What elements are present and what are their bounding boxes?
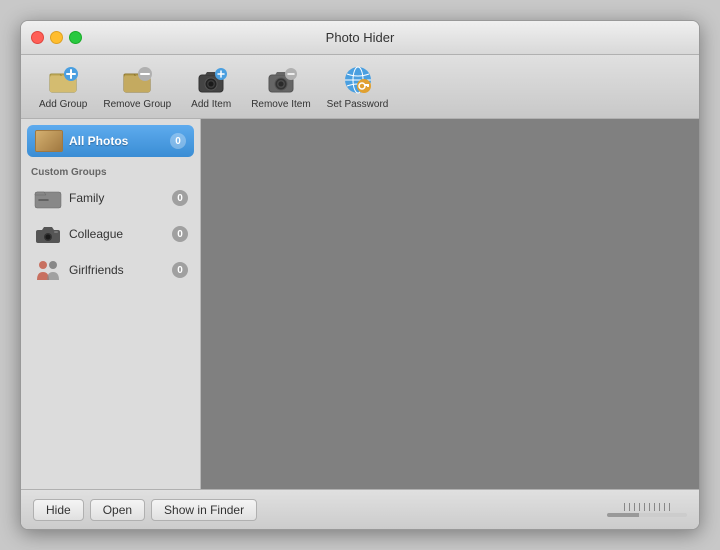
girlfriends-label: Girlfriends [69, 263, 172, 277]
remove-item-button[interactable]: Remove Item [245, 60, 316, 114]
tick-10 [669, 503, 670, 511]
tick-5 [644, 503, 645, 511]
hide-button[interactable]: Hide [33, 499, 84, 521]
zoom-slider[interactable] [607, 513, 687, 517]
toolbar: Add Group Remove Group [21, 55, 699, 119]
remove-group-label: Remove Group [103, 99, 171, 110]
remove-group-button[interactable]: Remove Group [97, 60, 177, 114]
add-group-icon [47, 64, 79, 96]
custom-groups-section: Custom Groups [21, 161, 200, 180]
all-photos-badge: 0 [170, 133, 186, 149]
colleague-icon [33, 222, 63, 246]
main-area: All Photos 0 Custom Groups Family 0 [21, 119, 699, 489]
add-item-icon [195, 64, 227, 96]
set-password-icon [342, 64, 374, 96]
close-button[interactable] [31, 31, 44, 44]
tick-7 [654, 503, 655, 511]
tick-8 [659, 503, 660, 511]
tick-1 [624, 503, 625, 511]
main-window: Photo Hider Add Group [20, 20, 700, 530]
all-photos-icon [35, 130, 63, 152]
remove-item-label: Remove Item [251, 99, 310, 110]
set-password-button[interactable]: Set Password [321, 60, 395, 114]
colleague-badge: 0 [172, 226, 188, 242]
maximize-button[interactable] [69, 31, 82, 44]
all-photos-label: All Photos [69, 134, 170, 148]
content-area [201, 119, 699, 489]
girlfriends-icon [33, 258, 63, 282]
zoom-slider-container [607, 503, 687, 517]
add-group-label: Add Group [39, 99, 87, 110]
family-badge: 0 [172, 190, 188, 206]
tick-2 [629, 503, 630, 511]
open-button[interactable]: Open [90, 499, 145, 521]
family-icon [33, 186, 63, 210]
all-photos-item[interactable]: All Photos 0 [27, 125, 194, 157]
title-bar: Photo Hider [21, 21, 699, 55]
girlfriends-badge: 0 [172, 262, 188, 278]
colleague-label: Colleague [69, 227, 172, 241]
window-title: Photo Hider [326, 30, 395, 45]
family-label: Family [69, 191, 172, 205]
group-item-girlfriends[interactable]: Girlfriends 0 [25, 253, 196, 287]
show-in-finder-button[interactable]: Show in Finder [151, 499, 257, 521]
group-item-family[interactable]: Family 0 [25, 181, 196, 215]
sidebar: All Photos 0 Custom Groups Family 0 [21, 119, 201, 489]
remove-item-icon [265, 64, 297, 96]
window-controls [31, 31, 82, 44]
slider-ticks [624, 503, 670, 511]
add-item-label: Add Item [191, 99, 231, 110]
bottom-buttons: Hide Open Show in Finder [33, 499, 607, 521]
tick-6 [649, 503, 650, 511]
add-group-button[interactable]: Add Group [33, 60, 93, 114]
remove-group-icon [121, 64, 153, 96]
add-item-button[interactable]: Add Item [181, 60, 241, 114]
bottom-bar: Hide Open Show in Finder [21, 489, 699, 529]
slider-wrapper [607, 503, 687, 517]
tick-9 [664, 503, 665, 511]
tick-3 [634, 503, 635, 511]
minimize-button[interactable] [50, 31, 63, 44]
tick-4 [639, 503, 640, 511]
set-password-label: Set Password [327, 99, 389, 110]
group-item-colleague[interactable]: Colleague 0 [25, 217, 196, 251]
